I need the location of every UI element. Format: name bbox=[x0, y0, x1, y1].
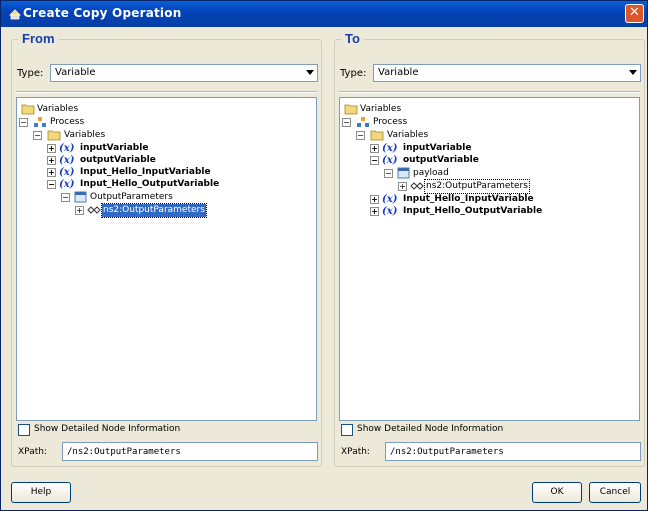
process-icon bbox=[34, 117, 46, 127]
expand-icon[interactable]: + bbox=[370, 195, 379, 204]
tree-label: Variables bbox=[360, 104, 402, 114]
tree-label: Input_Hello_OutputVariable bbox=[80, 179, 220, 189]
to-group: To Type: Variable Variables − Process − … bbox=[334, 31, 645, 467]
to-xpath-row: XPath: /ns2:OutputParameters bbox=[339, 442, 642, 462]
from-type-select[interactable]: Variable bbox=[50, 64, 318, 82]
cancel-button[interactable]: Cancel bbox=[589, 482, 641, 503]
from-type-label: Type: bbox=[17, 68, 44, 79]
expand-icon[interactable]: + bbox=[47, 144, 56, 153]
variable-icon: (x) bbox=[59, 179, 75, 190]
collapse-icon[interactable]: − bbox=[342, 118, 351, 127]
tree-label: outputVariable bbox=[403, 155, 479, 165]
xpath-label: XPath: bbox=[18, 447, 47, 457]
collapse-icon[interactable]: − bbox=[61, 193, 70, 202]
collapse-icon[interactable]: − bbox=[370, 156, 379, 165]
tree-label: Variables bbox=[37, 104, 79, 114]
tree-label-selected: ns2:OutputParameters bbox=[101, 203, 207, 218]
tree-label: payload bbox=[413, 168, 449, 178]
variable-icon: (x) bbox=[382, 155, 398, 166]
variable-icon: (x) bbox=[382, 206, 398, 217]
expand-icon[interactable]: + bbox=[370, 207, 379, 216]
element-icon bbox=[397, 167, 410, 179]
chevron-down-icon[interactable] bbox=[629, 70, 637, 75]
expand-icon[interactable]: + bbox=[47, 156, 56, 165]
expand-icon[interactable]: + bbox=[75, 206, 84, 215]
to-type-label: Type: bbox=[340, 68, 367, 79]
tree-label: Process bbox=[50, 117, 85, 127]
xpath-label: XPath: bbox=[341, 447, 370, 457]
expand-icon[interactable]: + bbox=[398, 182, 407, 191]
element-diamond-icon bbox=[87, 206, 101, 214]
collapse-icon[interactable]: − bbox=[356, 131, 365, 140]
show-detailed-label: Show Detailed Node Information bbox=[357, 424, 504, 434]
from-type-value: Variable bbox=[55, 67, 96, 78]
expand-icon[interactable]: + bbox=[370, 144, 379, 153]
from-xpath-field[interactable]: /ns2:OutputParameters bbox=[62, 442, 318, 461]
to-type-select[interactable]: Variable bbox=[373, 64, 641, 82]
to-heading: To bbox=[341, 31, 364, 46]
folder-icon bbox=[344, 104, 358, 115]
tree-label: Input_Hello_OutputVariable bbox=[403, 206, 543, 216]
ok-button[interactable]: OK bbox=[532, 482, 582, 503]
to-xpath-field[interactable]: /ns2:OutputParameters bbox=[385, 442, 641, 461]
element-icon bbox=[74, 191, 87, 203]
from-separator bbox=[16, 91, 317, 93]
tree-label: OutputParameters bbox=[90, 192, 173, 202]
collapse-icon[interactable]: − bbox=[384, 169, 393, 178]
from-xpath-row: XPath: /ns2:OutputParameters bbox=[16, 442, 319, 462]
show-detailed-label: Show Detailed Node Information bbox=[34, 424, 181, 434]
process-icon bbox=[357, 117, 369, 127]
tree-label-focused: ns2:OutputParameters bbox=[424, 179, 530, 194]
collapse-icon[interactable]: − bbox=[47, 180, 56, 189]
dialog-title: Create Copy Operation bbox=[23, 6, 182, 20]
folder-icon bbox=[47, 130, 61, 141]
from-heading: From bbox=[18, 31, 59, 46]
expand-icon[interactable]: + bbox=[47, 168, 56, 177]
to-separator bbox=[339, 91, 640, 93]
show-detailed-checkbox[interactable] bbox=[18, 424, 30, 436]
dialog-window: Create Copy Operation ✕ From Type: Varia… bbox=[0, 0, 648, 511]
copy-operation-icon bbox=[9, 9, 21, 20]
from-tree[interactable]: Variables − Process − Variables + (x) in… bbox=[16, 97, 317, 421]
to-type-value: Variable bbox=[378, 67, 419, 78]
collapse-icon[interactable]: − bbox=[19, 118, 28, 127]
tree-label: Process bbox=[373, 117, 408, 127]
folder-icon bbox=[21, 104, 35, 115]
title-bar[interactable]: Create Copy Operation ✕ bbox=[1, 1, 647, 27]
tree-label: Variables bbox=[64, 130, 106, 140]
chevron-down-icon[interactable] bbox=[306, 70, 314, 75]
from-group: From Type: Variable Variables − Process … bbox=[11, 31, 322, 467]
to-tree[interactable]: Variables − Process − Variables + (x) in… bbox=[339, 97, 640, 421]
show-detailed-checkbox[interactable] bbox=[341, 424, 353, 436]
collapse-icon[interactable]: − bbox=[33, 131, 42, 140]
folder-icon bbox=[370, 130, 384, 141]
tree-label: Variables bbox=[387, 130, 429, 140]
help-button[interactable]: Help bbox=[11, 482, 71, 503]
close-button[interactable]: ✕ bbox=[625, 4, 644, 23]
element-diamond-icon bbox=[410, 182, 424, 190]
